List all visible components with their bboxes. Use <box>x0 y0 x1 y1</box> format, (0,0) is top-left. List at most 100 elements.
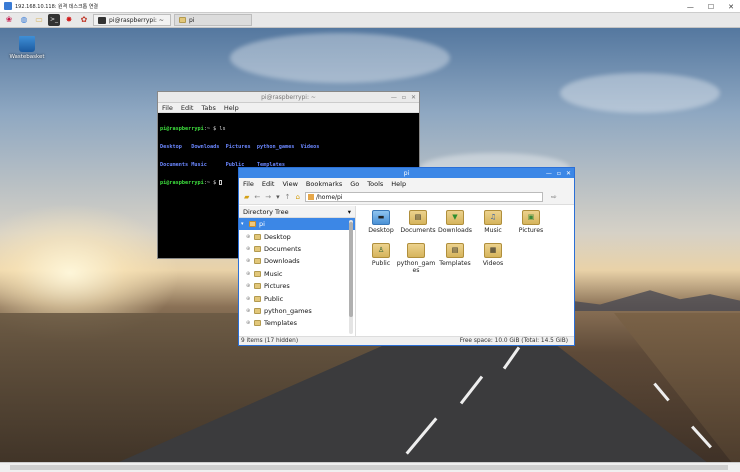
menu-file[interactable]: File <box>243 180 254 188</box>
tree-item-public[interactable]: ⊕ Public <box>239 292 355 304</box>
rdp-close-button[interactable]: ✕ <box>728 3 734 11</box>
menu-edit[interactable]: Edit <box>262 180 275 188</box>
file-manager-title-bar[interactable]: pi — ▫ ✕ <box>239 168 574 178</box>
music-folder-icon: ♫ <box>484 210 502 225</box>
scrollbar-thumb[interactable] <box>10 465 728 470</box>
rdp-minimize-button[interactable]: — <box>687 3 694 11</box>
folder-icon <box>179 17 186 23</box>
prompt-suffix: :~ $ <box>203 180 220 186</box>
rdp-maximize-button[interactable]: ☐ <box>708 3 714 11</box>
home-icon[interactable]: ⌂ <box>296 193 300 201</box>
minimize-button[interactable]: — <box>546 170 552 177</box>
terminal-icon[interactable]: >_ <box>48 14 60 26</box>
menu-bookmarks[interactable]: Bookmarks <box>306 180 342 188</box>
tree-item-music[interactable]: ⊕ Music <box>239 268 355 280</box>
expand-icon[interactable]: ⊕ <box>246 258 251 264</box>
folder-icon <box>407 243 425 258</box>
file-item-desktop[interactable]: ▬ Desktop <box>362 210 400 234</box>
mathematica-icon[interactable]: ✸ <box>63 14 75 26</box>
expand-icon[interactable]: ⊕ <box>246 296 251 302</box>
desktop-folder-icon: ▬ <box>372 210 390 225</box>
ls-entry: Documents <box>160 162 189 168</box>
file-item-public[interactable]: ♙ Public <box>362 243 400 267</box>
terminal-title-bar[interactable]: pi@raspberrypi: ~ — ▫ ✕ <box>158 92 419 103</box>
collapse-icon[interactable]: ▾ <box>241 221 246 227</box>
tree-item-label: Downloads <box>264 257 300 266</box>
terminal-line: pi@raspberrypi:~ $ ls <box>160 126 417 132</box>
menu-tools[interactable]: Tools <box>367 180 383 188</box>
file-item-videos[interactable]: ▦ Videos <box>474 243 512 267</box>
file-manager-menubar: File Edit View Bookmarks Go Tools Help <box>239 178 574 190</box>
web-browser-icon[interactable]: ◍ <box>18 14 30 26</box>
wastebasket-desktop-icon[interactable]: Wastebasket <box>8 36 46 60</box>
menu-help[interactable]: Help <box>224 104 239 112</box>
taskbar-task-terminal[interactable]: pi@raspberrypi: ~ <box>93 14 171 26</box>
tree-item-desktop[interactable]: ⊕ Desktop <box>239 230 355 242</box>
rdp-horizontal-scrollbar[interactable] <box>0 462 740 472</box>
tree-item-pi[interactable]: ▾ pi <box>239 218 355 231</box>
directory-tree-selector[interactable]: Directory Tree ▾ <box>239 206 355 218</box>
new-tab-icon[interactable]: ▰ <box>244 193 249 201</box>
file-item-templates[interactable]: ▤ Templates <box>436 243 474 267</box>
menu-tabs[interactable]: Tabs <box>201 104 215 112</box>
menu-edit[interactable]: Edit <box>181 104 194 112</box>
tree-item-label: python_games <box>264 306 312 315</box>
prompt: pi@raspberrypi <box>160 180 204 186</box>
ls-entry: Videos <box>300 144 320 150</box>
menu-go[interactable]: Go <box>350 180 359 188</box>
tree-item-python-games[interactable]: ⊕ python_games <box>239 305 355 317</box>
folder-icon <box>254 320 261 327</box>
menu-view[interactable]: View <box>282 180 297 188</box>
tree-item-label: Desktop <box>264 232 291 241</box>
up-arrow-icon[interactable]: ↑ <box>285 193 291 201</box>
ls-entry: python_games <box>256 144 295 150</box>
folder-icon <box>254 270 261 277</box>
scrollbar-thumb[interactable] <box>349 222 353 317</box>
item-count: 9 items (17 hidden) <box>241 338 299 344</box>
path-bar[interactable]: /home/pi <box>304 192 543 202</box>
file-item-documents[interactable]: ▤ Documents <box>399 210 437 234</box>
expand-icon[interactable]: ⊕ <box>246 246 251 252</box>
close-button[interactable]: ✕ <box>411 94 416 101</box>
expand-icon[interactable]: ⊕ <box>246 320 251 326</box>
chevron-down-icon[interactable]: ▾ <box>348 208 351 216</box>
file-item-label: Documents <box>400 227 436 234</box>
go-arrow-icon[interactable]: ⇨ <box>551 193 557 201</box>
tree-item-pictures[interactable]: ⊕ Pictures <box>239 280 355 292</box>
file-manager-icon[interactable]: ▭ <box>33 14 45 26</box>
expand-icon[interactable]: ⊕ <box>246 283 251 289</box>
file-item-music[interactable]: ♫ Music <box>474 210 512 234</box>
wastebasket-label: Wastebasket <box>9 54 45 60</box>
back-arrow-icon[interactable]: ← <box>254 193 260 201</box>
videos-folder-icon: ▦ <box>484 243 502 258</box>
wolfram-icon[interactable]: ✿ <box>78 14 90 26</box>
maximize-button[interactable]: ▫ <box>402 94 406 101</box>
tree-item-documents[interactable]: ⊕ Documents <box>239 243 355 255</box>
menu-file[interactable]: File <box>162 104 173 112</box>
raspberry-menu-icon[interactable]: ❀ <box>3 14 15 26</box>
expand-icon[interactable]: ⊕ <box>246 271 251 277</box>
history-dropdown-icon[interactable]: ▾ <box>276 193 280 201</box>
tree-item-label: Documents <box>264 244 302 253</box>
path-text: /home/pi <box>315 193 343 201</box>
expand-icon[interactable]: ⊕ <box>246 308 251 314</box>
taskbar-task-file-manager[interactable]: pi <box>174 14 252 26</box>
file-item-label: Templates <box>439 260 471 267</box>
maximize-button[interactable]: ▫ <box>557 170 561 177</box>
file-item-label: Pictures <box>518 227 544 234</box>
free-space: Free space: 10.0 GiB (Total: 14.5 GiB) <box>459 338 568 344</box>
forward-arrow-icon[interactable]: → <box>265 193 271 201</box>
taskbar: ❀ ◍ ▭ >_ ✸ ✿ pi@raspberrypi: ~ pi <box>0 13 740 28</box>
file-item-python-games[interactable]: python_games <box>396 243 436 274</box>
tree-scrollbar[interactable] <box>349 220 353 334</box>
terminal-line: Desktop Downloads Pictures python_games … <box>160 144 417 150</box>
expand-icon[interactable]: ⊕ <box>246 234 251 240</box>
tree-item-downloads[interactable]: ⊕ Downloads <box>239 255 355 267</box>
tree-item-templates[interactable]: ⊕ Templates <box>239 317 355 329</box>
minimize-button[interactable]: — <box>391 94 397 101</box>
close-button[interactable]: ✕ <box>566 170 571 177</box>
file-item-downloads[interactable]: ▼ Downloads <box>436 210 474 234</box>
menu-help[interactable]: Help <box>391 180 406 188</box>
folder-icon <box>254 258 261 265</box>
file-item-pictures[interactable]: ▣ Pictures <box>512 210 550 234</box>
